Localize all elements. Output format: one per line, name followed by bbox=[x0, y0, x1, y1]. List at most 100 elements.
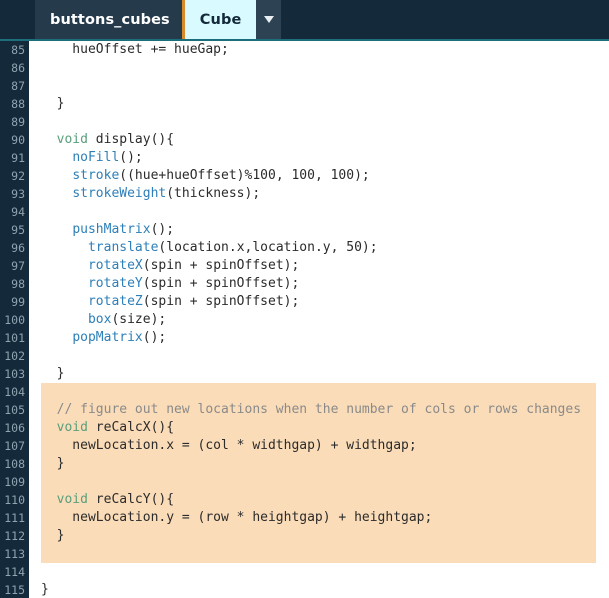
code-line[interactable]: 95 pushMatrix(); bbox=[0, 221, 609, 239]
code-line-text: void reCalcX(){ bbox=[29, 419, 609, 437]
code-line[interactable]: 100 box(size); bbox=[0, 311, 609, 329]
code-line[interactable]: 99 rotateZ(spin + spinOffset); bbox=[0, 293, 609, 311]
code-line-text: } bbox=[29, 527, 609, 545]
code-line[interactable]: 90 void display(){ bbox=[0, 131, 609, 149]
code-line[interactable]: 93 strokeWeight(thickness); bbox=[0, 185, 609, 203]
code-line[interactable]: 110 void reCalcY(){ bbox=[0, 491, 609, 509]
code-line-text: rotateZ(spin + spinOffset); bbox=[29, 293, 609, 311]
code-line[interactable]: 103 } bbox=[0, 365, 609, 383]
code-line[interactable]: 115} bbox=[0, 581, 609, 598]
code-token: hueOffset += hueGap; bbox=[41, 42, 229, 57]
code-token: popMatrix bbox=[72, 330, 143, 345]
tab-cube[interactable]: Cube bbox=[184, 0, 257, 39]
code-token: strokeWeight bbox=[72, 186, 167, 201]
line-number: 97 bbox=[11, 259, 25, 273]
code-token: rotateX bbox=[87, 258, 143, 273]
chevron-down-icon bbox=[263, 16, 274, 23]
line-number: 115 bbox=[4, 583, 25, 597]
code-token: (thickness); bbox=[166, 186, 261, 201]
code-line[interactable]: 105 // figure out new locations when the… bbox=[0, 401, 609, 419]
line-number: 90 bbox=[11, 133, 25, 147]
code-token: void bbox=[56, 420, 88, 435]
code-token: noFill bbox=[72, 150, 120, 165]
code-token: (spin + spinOffset); bbox=[142, 276, 300, 291]
code-line-text: popMatrix(); bbox=[29, 329, 609, 347]
line-number: 114 bbox=[4, 565, 25, 579]
code-line-text: void reCalcY(){ bbox=[29, 491, 609, 509]
code-line[interactable]: 86 bbox=[0, 59, 609, 77]
code-token: rotateZ bbox=[87, 294, 143, 309]
code-line[interactable]: 112 } bbox=[0, 527, 609, 545]
line-number: 93 bbox=[11, 187, 25, 201]
code-line-text: } bbox=[29, 95, 609, 113]
code-token: } bbox=[41, 582, 49, 597]
code-line[interactable]: 85 hueOffset += hueGap; bbox=[0, 41, 609, 59]
code-line[interactable]: 92 stroke((hue+hueOffset)%100, 100, 100)… bbox=[0, 167, 609, 185]
line-number: 89 bbox=[11, 115, 25, 129]
tab-label: buttons_cubes bbox=[50, 11, 170, 28]
code-line[interactable]: 102 bbox=[0, 347, 609, 365]
code-line-text: } bbox=[29, 365, 609, 383]
code-token: reCalcX(){ bbox=[87, 420, 175, 435]
code-token: (); bbox=[119, 150, 143, 165]
line-number: 100 bbox=[4, 313, 25, 327]
code-line[interactable]: 89 bbox=[0, 113, 609, 131]
line-number: 96 bbox=[11, 241, 25, 255]
line-number: 105 bbox=[4, 403, 25, 417]
code-line[interactable]: 91 noFill(); bbox=[0, 149, 609, 167]
code-area[interactable]: 85 hueOffset += hueGap; 86 87 88 } 89 90 void… bbox=[0, 41, 609, 598]
code-line-text: } bbox=[29, 455, 609, 473]
code-line[interactable]: 106 void reCalcX(){ bbox=[0, 419, 609, 437]
code-token: ((hue+hueOffset)%100, 100, 100); bbox=[119, 168, 370, 183]
code-token: (size); bbox=[111, 312, 167, 327]
line-number: 110 bbox=[4, 493, 25, 507]
code-line[interactable]: 111 newLocation.y = (row * heightgap) + … bbox=[0, 509, 609, 527]
code-line[interactable]: 88 } bbox=[0, 95, 609, 113]
code-token: (location.x,location.y, 50); bbox=[158, 240, 378, 255]
line-number: 86 bbox=[11, 61, 25, 75]
line-number: 106 bbox=[4, 421, 25, 435]
pde-window: buttons_cubes Cube 85 hueOffset += hueGap… bbox=[0, 0, 609, 598]
line-number: 112 bbox=[4, 529, 25, 543]
code-line-text: } bbox=[29, 581, 609, 598]
line-number: 88 bbox=[11, 97, 25, 111]
code-token: } bbox=[41, 96, 65, 111]
tab-buttons-cubes[interactable]: buttons_cubes bbox=[35, 0, 185, 39]
code-line[interactable]: 108 } bbox=[0, 455, 609, 473]
code-line-text: pushMatrix(); bbox=[29, 221, 609, 239]
code-line[interactable]: 113 bbox=[0, 545, 609, 563]
code-line[interactable]: 114 bbox=[0, 563, 609, 581]
code-line[interactable]: 94 bbox=[0, 203, 609, 221]
code-line[interactable]: 98 rotateY(spin + spinOffset); bbox=[0, 275, 609, 293]
code-line-text: // figure out new locations when the num… bbox=[29, 401, 609, 419]
tab-menu-button[interactable] bbox=[256, 0, 282, 39]
code-line[interactable]: 101 popMatrix(); bbox=[0, 329, 609, 347]
code-token: newLocation.x = (col * widthgap) + width… bbox=[41, 438, 417, 453]
code-token: } bbox=[41, 456, 65, 471]
code-line-text: noFill(); bbox=[29, 149, 609, 167]
line-number: 101 bbox=[4, 331, 25, 345]
code-line-text: newLocation.y = (row * heightgap) + heig… bbox=[29, 509, 609, 527]
code-line[interactable]: 97 rotateX(spin + spinOffset); bbox=[0, 257, 609, 275]
code-token: display(){ bbox=[87, 132, 175, 147]
code-line[interactable]: 96 translate(location.x,location.y, 50); bbox=[0, 239, 609, 257]
code-line[interactable]: 87 bbox=[0, 77, 609, 95]
code-line[interactable]: 104 bbox=[0, 383, 609, 401]
code-line[interactable]: 107 newLocation.x = (col * widthgap) + w… bbox=[0, 437, 609, 455]
code-token: reCalcY(){ bbox=[87, 492, 175, 507]
code-line[interactable]: 109 bbox=[0, 473, 609, 491]
code-editor[interactable]: 85 hueOffset += hueGap; 86 87 88 } 89 90 void… bbox=[0, 41, 609, 598]
